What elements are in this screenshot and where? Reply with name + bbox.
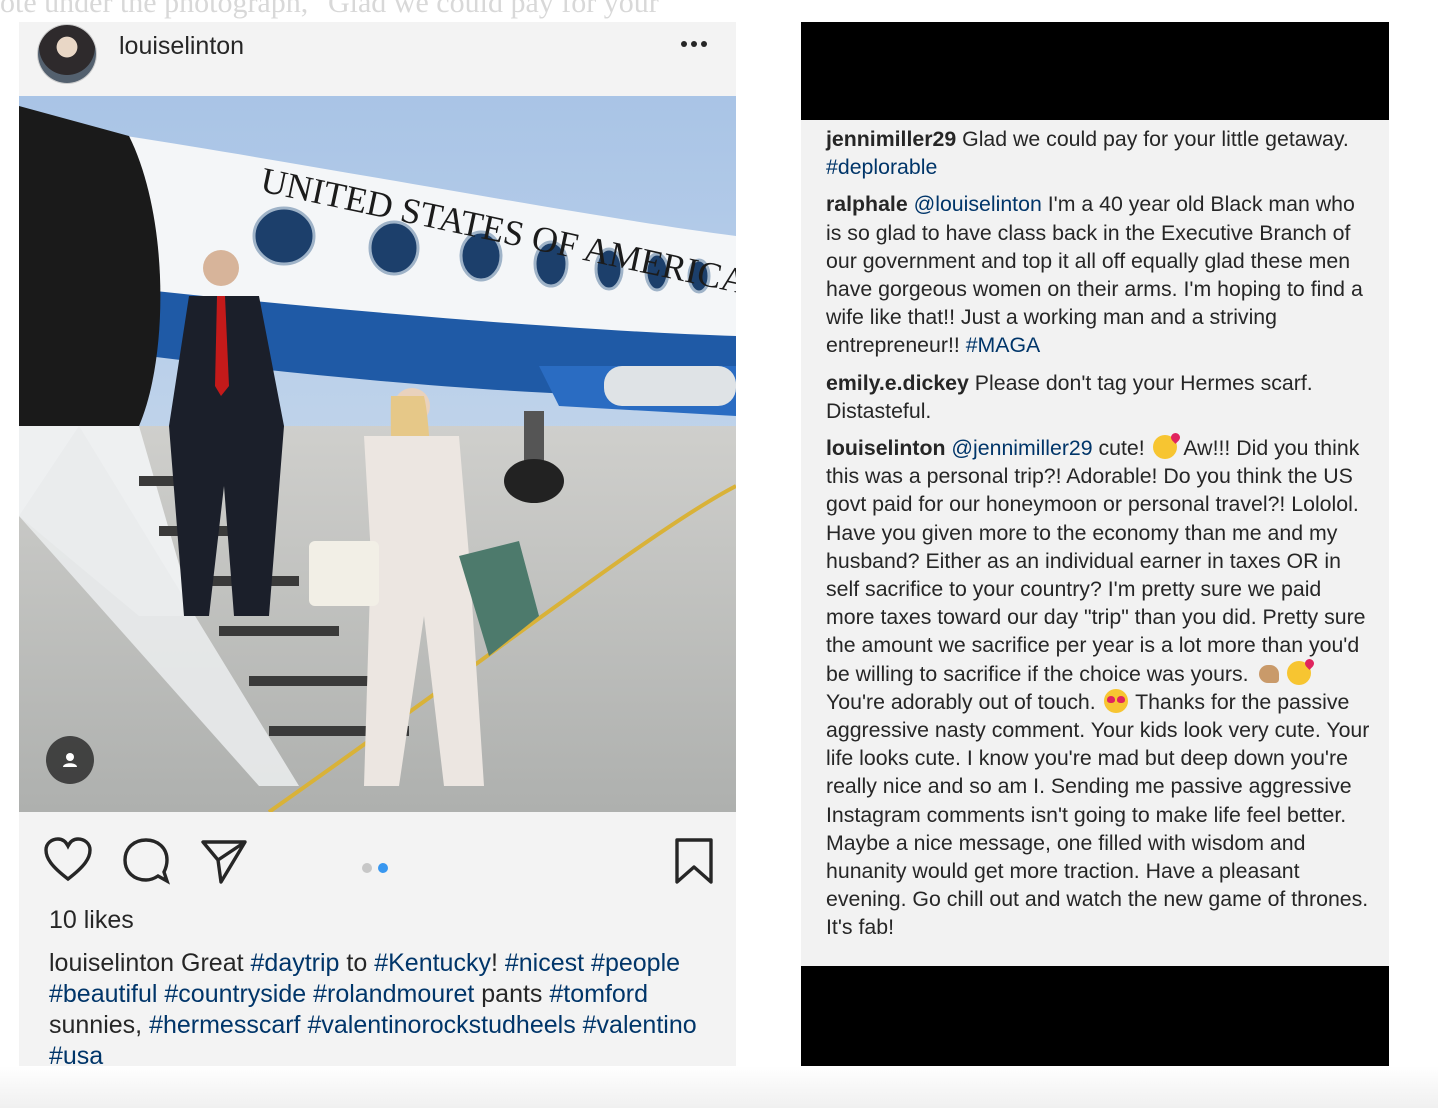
instagram-post: louiselinton UNITED STATES OF AMERICA 10… — [19, 22, 736, 1066]
post-header: louiselinton — [19, 22, 736, 96]
post-caption: louiselinton Great #daytrip to #Kentucky… — [49, 948, 709, 1066]
post-photo[interactable]: UNITED STATES OF AMERICA — [19, 96, 736, 812]
caption-username[interactable]: louiselinton — [49, 949, 174, 977]
background-article-text: ote under the photograph, "Glad we could… — [0, 0, 659, 19]
caption-segment: ! — [490, 949, 505, 977]
hashtag-link[interactable]: #valentino — [583, 1011, 697, 1039]
post-username[interactable]: louiselinton — [119, 32, 244, 61]
hashtag-link[interactable]: #deplorable — [826, 155, 937, 179]
arm-emoji-icon — [1257, 661, 1283, 685]
caption-segment: to — [339, 949, 375, 977]
hashtag-link[interactable]: #tomford — [549, 980, 648, 1008]
comment-icon[interactable] — [121, 836, 171, 886]
caption-segment — [584, 949, 591, 977]
heart-icon[interactable] — [43, 836, 93, 886]
page-bottom-fade — [0, 1066, 1438, 1108]
comment-username[interactable]: jennimiller29 — [826, 127, 956, 151]
likes-count[interactable]: 10 likes — [49, 906, 134, 935]
caption-segment: sunnies, — [49, 1011, 150, 1039]
hashtag-link[interactable]: #daytrip — [251, 949, 340, 977]
comment-username[interactable]: ralphale — [826, 192, 908, 216]
comment-list: jennimiller29 Glad we could pay for your… — [826, 125, 1371, 951]
comment-text: Aw!!! Did you think this was a personal … — [826, 436, 1366, 686]
caption-segment — [576, 1011, 583, 1039]
comment-username[interactable]: emily.e.dickey — [826, 371, 969, 395]
photo-jet-scene: UNITED STATES OF AMERICA — [19, 96, 736, 812]
carousel-indicator — [362, 860, 394, 878]
carousel-dot-active[interactable] — [378, 863, 388, 873]
redaction-bar-top — [801, 22, 1389, 120]
person-icon — [63, 753, 77, 767]
caption-segment: pants — [474, 980, 550, 1008]
comment-text: I'm a 40 year old Black man who is so gl… — [826, 192, 1363, 358]
hashtag-link[interactable]: #rolandmouret — [313, 980, 474, 1008]
comment-text: cute! — [1092, 436, 1151, 461]
hashtag-link[interactable]: #hermesscarf — [149, 1011, 300, 1039]
hashtag-link[interactable]: #countryside — [164, 980, 306, 1008]
hashtag-link[interactable]: #beautiful — [49, 980, 157, 1008]
love-emoji-icon — [1103, 688, 1128, 713]
hashtag-link[interactable]: #usa — [49, 1042, 103, 1066]
post-actions — [19, 830, 736, 890]
tagged-people-button[interactable] — [46, 736, 94, 784]
more-options-icon[interactable] — [679, 36, 709, 52]
comment-item: louiselinton @jennimiller29 cute! Aw!!! … — [826, 434, 1371, 942]
kiss-emoji-icon — [1286, 660, 1311, 685]
comment-username[interactable]: louiselinton — [826, 436, 946, 460]
comment-text: You're adorably out of touch. — [826, 689, 1102, 714]
comment-text: Thanks for the passive aggressive nasty … — [826, 689, 1370, 940]
redaction-bar-bottom — [801, 966, 1389, 1066]
send-icon[interactable] — [199, 836, 249, 886]
profile-avatar[interactable] — [38, 25, 96, 83]
hashtag-link[interactable]: #Kentucky — [374, 949, 491, 977]
comment-item: jennimiller29 Glad we could pay for your… — [826, 125, 1371, 181]
hashtag-link[interactable]: #people — [591, 949, 680, 977]
comment-text: Glad we could pay for your little getawa… — [956, 127, 1349, 151]
hashtag-link[interactable]: #nicest — [505, 949, 584, 977]
hashtag-link[interactable]: #valentinorockstudheels — [307, 1011, 575, 1039]
comment-item: ralphale @louiselinton I'm a 40 year old… — [826, 190, 1371, 359]
comments-panel: jennimiller29 Glad we could pay for your… — [801, 22, 1389, 1066]
hashtag-link[interactable]: #MAGA — [966, 333, 1041, 357]
comment-item: emily.e.dickey Please don't tag your Her… — [826, 369, 1371, 425]
mention-link[interactable]: @louiselinton — [914, 192, 1042, 216]
bookmark-icon[interactable] — [669, 836, 719, 886]
kiss-emoji-icon — [1152, 435, 1177, 460]
carousel-dot[interactable] — [362, 863, 372, 873]
mention-link[interactable]: @jennimiller29 — [951, 436, 1092, 460]
caption-segment: Great — [174, 949, 251, 977]
